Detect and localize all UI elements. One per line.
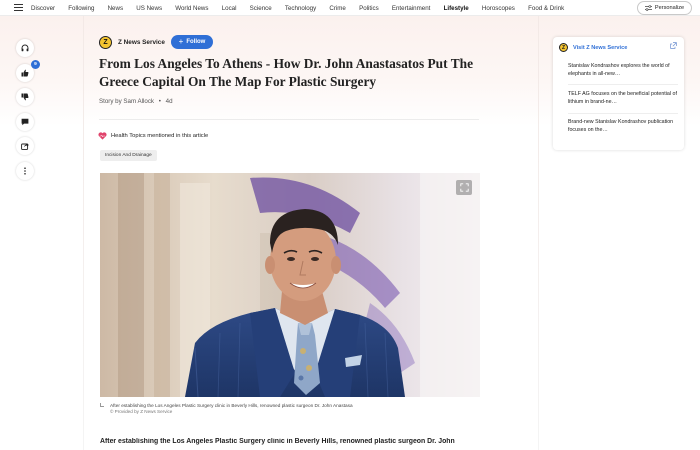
comment-icon [21, 118, 29, 126]
more-vertical-icon [24, 167, 26, 175]
thumbs-up-icon [21, 69, 29, 77]
photo-caption: After establishing the Los Angeles Plast… [110, 403, 353, 408]
expand-icon [459, 183, 469, 192]
nav-item-crime[interactable]: Crime [329, 5, 346, 12]
portrait-illustration [100, 173, 480, 397]
byline: Story by Sam Allock • 4d [99, 98, 173, 105]
headphones-icon [21, 44, 29, 52]
nav-item-local[interactable]: Local [222, 5, 237, 12]
nav-item-technology[interactable]: Technology [285, 5, 316, 12]
author: Story by Sam Allock [99, 98, 155, 105]
nav-item-us-news[interactable]: US News [136, 5, 162, 12]
nav-item-following[interactable]: Following [68, 5, 94, 12]
card-divider [568, 113, 678, 114]
share-icon [21, 143, 29, 150]
nav-item-food-drink[interactable]: Food & Drink [528, 5, 564, 12]
divider [99, 119, 479, 120]
card-item[interactable]: Brand-new Stanislav Kondrashov publicati… [568, 118, 678, 135]
nav-item-science[interactable]: Science [250, 5, 272, 12]
nav-item-horoscopes[interactable]: Horoscopes [482, 5, 515, 12]
photo-credit: © Provided by Z News Service [110, 409, 173, 414]
article-headline: From Los Angeles To Athens - How Dr. Joh… [99, 56, 474, 89]
nav-item-news[interactable]: News [108, 5, 123, 12]
likes-count-badge: 9 [31, 60, 40, 69]
nav-items: Discover Following News US News World News Lo… [31, 0, 577, 16]
heart-icon [98, 132, 107, 140]
nav-item-politics[interactable]: Politics [359, 5, 379, 12]
personalize-label: Personalize [654, 5, 685, 11]
caption-marker [100, 403, 104, 407]
left-divider [83, 16, 84, 450]
thumbs-down-icon [21, 93, 29, 101]
dislike-button[interactable] [16, 88, 34, 106]
right-divider [538, 16, 539, 450]
health-topics-label: Health Topics mentioned in this article [111, 133, 209, 139]
publisher-card-header[interactable]: Z Visit Z News Service [559, 43, 627, 52]
card-item[interactable]: TELF AG focuses on the beneficial potent… [568, 90, 678, 107]
topic-tag[interactable]: Incision And Drainage [100, 150, 157, 161]
expand-image-button[interactable] [456, 180, 472, 195]
nav-item-lifestyle[interactable]: Lifestyle [444, 5, 469, 12]
personalize-button[interactable]: Personalize [637, 1, 692, 15]
publisher[interactable]: Z Z News Service [99, 35, 165, 49]
comment-button[interactable] [16, 113, 34, 131]
health-topics: Health Topics mentioned in this article [98, 132, 208, 140]
article-photo [100, 173, 480, 397]
follow-label: Follow [186, 39, 206, 45]
top-nav: Discover Following News US News World News Lo… [0, 0, 700, 16]
publisher-name: Z News Service [118, 38, 165, 46]
share-button[interactable] [16, 137, 34, 155]
card-divider [568, 84, 678, 85]
publisher-card-title: Visit Z News Service [573, 44, 628, 51]
external-link-icon[interactable] [670, 42, 677, 49]
publisher-logo: Z [99, 35, 112, 49]
publisher-card: Z Visit Z News Service Stanislav Kondras… [553, 37, 684, 150]
article-body-first-line: After establishing the Los Angeles Plast… [100, 438, 455, 445]
plus-icon: + [178, 37, 184, 46]
card-item[interactable]: Stanislav Kondrashov explores the world … [568, 62, 678, 79]
follow-button[interactable]: + Follow [171, 35, 213, 49]
nav-item-entertainment[interactable]: Entertainment [392, 5, 431, 12]
nav-item-discover[interactable]: Discover [31, 5, 55, 12]
publisher-card-logo: Z [559, 43, 568, 52]
article-age: 4d [165, 98, 173, 105]
nav-item-world-news[interactable]: World News [175, 5, 208, 12]
menu-icon[interactable] [14, 4, 23, 11]
more-options-button[interactable] [16, 162, 34, 180]
sliders-icon [644, 5, 652, 11]
byline-separator: • [158, 98, 161, 105]
listen-button[interactable] [16, 39, 34, 57]
